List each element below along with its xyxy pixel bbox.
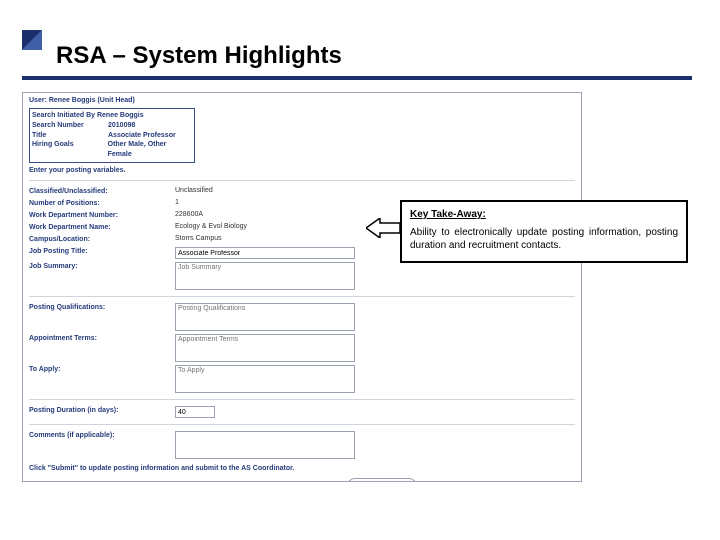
info-value: Associate Professor	[108, 131, 176, 141]
info-row: Hiring Goals Other Male, Other Female	[32, 140, 192, 160]
divider	[29, 399, 575, 400]
field-terms: Appointment Terms:	[29, 334, 575, 362]
info-label: Title	[32, 131, 102, 141]
bottom-hint: Click "Submit" to update posting informa…	[29, 465, 575, 472]
field-label: To Apply:	[29, 365, 169, 374]
posting-title-input[interactable]	[175, 247, 355, 259]
title-rule	[22, 76, 692, 80]
screenshot-panel: User: Renee Boggis (Unit Head) Search In…	[22, 92, 582, 482]
apply-textarea[interactable]	[175, 365, 355, 393]
info-label: Hiring Goals	[32, 140, 102, 160]
field-quals: Posting Qualifications:	[29, 303, 575, 331]
takeaway-callout: Key Take-Away: Ability to electronically…	[400, 200, 688, 263]
title-bar: RSA – System Highlights	[22, 42, 692, 70]
info-row: Search Number 2010098	[32, 121, 192, 131]
comments-textarea[interactable]	[175, 431, 355, 459]
field-value: Ecology & Evol Biology	[175, 223, 247, 230]
slide: RSA – System Highlights User: Renee Bogg…	[0, 0, 720, 540]
terms-textarea[interactable]	[175, 334, 355, 362]
field-label: Posting Qualifications:	[29, 303, 169, 312]
field-classified: Classified/Unclassified: Unclassified	[29, 187, 575, 196]
summary-textarea[interactable]	[175, 262, 355, 290]
quals-textarea[interactable]	[175, 303, 355, 331]
field-label: Posting Duration (in days):	[29, 406, 169, 415]
field-label: Job Posting Title:	[29, 247, 169, 256]
submit-wrap: SUBMIT	[183, 478, 581, 482]
slide-title: RSA – System Highlights	[56, 42, 692, 70]
info-row: Title Associate Professor	[32, 131, 192, 141]
field-value: Storrs Campus	[175, 235, 222, 242]
submit-button[interactable]: SUBMIT	[347, 478, 418, 482]
field-duration: Posting Duration (in days):	[29, 406, 575, 418]
initiated-row: Search Initiated By Renee Boggis	[32, 111, 192, 121]
field-value: 228600A	[175, 211, 203, 218]
field-label: Work Department Name:	[29, 223, 169, 232]
field-value: 1	[175, 199, 179, 206]
info-value: 2010098	[108, 121, 135, 131]
section-hint: Enter your posting variables.	[29, 167, 575, 174]
divider	[29, 424, 575, 425]
field-label: Number of Positions:	[29, 199, 169, 208]
duration-input[interactable]	[175, 406, 215, 418]
field-label: Work Department Number:	[29, 211, 169, 220]
callout-body: Ability to electronically update posting…	[410, 226, 678, 253]
info-value: Other Male, Other Female	[108, 140, 192, 160]
field-label: Classified/Unclassified:	[29, 187, 169, 196]
field-summary: Job Summary:	[29, 262, 575, 290]
search-info-box: Search Initiated By Renee Boggis Search …	[29, 108, 195, 163]
field-value: Unclassified	[175, 187, 213, 194]
field-apply: To Apply:	[29, 365, 575, 393]
initiated-label: Search Initiated By Renee Boggis	[32, 111, 144, 121]
field-label: Comments (if applicable):	[29, 431, 169, 440]
divider	[29, 180, 575, 181]
callout-heading: Key Take-Away:	[410, 208, 678, 222]
field-label: Campus/Location:	[29, 235, 169, 244]
divider	[29, 296, 575, 297]
info-label: Search Number	[32, 121, 102, 131]
field-comments: Comments (if applicable):	[29, 431, 575, 459]
field-label: Appointment Terms:	[29, 334, 169, 343]
user-line: User: Renee Boggis (Unit Head)	[29, 97, 575, 104]
field-label: Job Summary:	[29, 262, 169, 271]
